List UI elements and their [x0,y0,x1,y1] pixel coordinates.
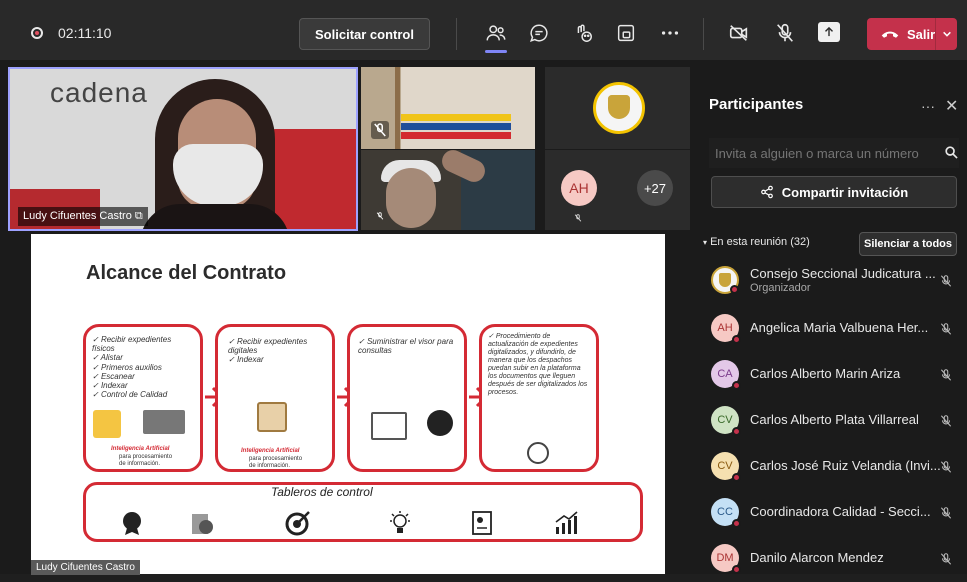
participant-row[interactable]: Consejo Seccional Judicatura ... Organiz… [709,260,959,304]
avatar[interactable]: AH [561,170,597,206]
video-tile-speaker[interactable]: cadena Ludy Cifuentes Castro ⧉ [8,67,358,231]
mic-muted-icon [376,212,384,220]
chevron-down-icon: ▾ [703,238,708,247]
seal-icon [719,273,731,287]
status-badge [730,285,739,294]
invite-search-input[interactable] [709,138,959,168]
status-badge [732,519,741,528]
participant-row[interactable]: DM Danilo Alarcon Mendez [709,538,959,582]
mic-muted-icon [940,461,952,473]
video-tile-organizer[interactable] [545,67,690,149]
flag-graphic [401,114,511,139]
gear-check-icon [527,442,549,464]
panel-title: Participantes [709,96,804,113]
document-chart-icon [472,511,492,535]
mic-muted-icon [940,507,952,519]
status-badge [732,335,741,344]
mic-muted-icon [940,415,952,427]
meeting-toolbar: 02:11:10 Solicitar control Salir [0,0,967,60]
participant-row[interactable]: CV Carlos José Ruiz Velandia (Invi... [709,446,959,490]
share-icon [760,185,773,199]
mute-all-button[interactable]: Silenciar a todos [859,232,957,256]
video-tile-participant[interactable] [361,150,535,230]
avatar: CV [711,406,741,436]
growth-chart-icon [555,511,578,534]
mic-muted-icon [371,121,389,139]
recording-icon [31,27,43,39]
avatar: CV [711,452,741,482]
more-options-icon[interactable] [655,18,685,48]
mic-muted-icon [940,553,952,565]
participant-row[interactable]: AH Angelica Maria Valbuena Her... [709,308,959,352]
video-tile-room[interactable] [361,67,535,149]
dashboard-title: Tableros de control [271,485,373,499]
mic-muted-icon [940,323,952,335]
status-badge [732,381,741,390]
chevron-down-icon[interactable] [935,18,957,50]
avatar: DM [711,544,741,574]
avatar [711,266,739,294]
avatar: CC [711,498,741,528]
camera-off-icon[interactable] [724,18,754,48]
mic-muted-icon [940,369,952,381]
leave-button[interactable]: Salir [867,18,957,50]
avatar: AH [711,314,741,344]
share-invite-button[interactable]: Compartir invitación [711,176,957,208]
overflow-participants-tile[interactable]: AH +27 [545,150,690,230]
judicial-seal-logo [593,82,645,134]
slide-title: Alcance del Contrato [86,262,287,284]
reactions-icon[interactable] [568,18,598,48]
in-meeting-section-header[interactable]: ▾ En esta reunión (32) [703,236,810,248]
participant-row[interactable]: CC Coordinadora Calidad - Secci... [709,492,959,536]
presenter-name-label: Ludy Cifuentes Castro [31,560,140,575]
award-icon [123,512,141,535]
rooms-icon[interactable] [611,18,641,48]
participant-row[interactable]: CA Carlos Alberto Marin Ariza [709,354,959,398]
meeting-timer: 02:11:10 [58,25,112,41]
participants-panel: Participantes ··· ✕ Compartir invitación… [697,60,967,574]
toolbar-divider [456,18,457,50]
brand-logo: cadena [50,77,148,108]
participant-row[interactable]: CV Carlos Alberto Plata Villarreal [709,400,959,444]
leave-label: Salir [907,26,936,42]
status-badge [732,565,741,574]
search-icon[interactable] [945,146,958,159]
scope-box-viewer: Suministrar el visor para consultas [347,324,467,472]
monitor-icon [371,412,407,440]
report-icon [192,514,213,534]
screen-share-icon: ⧉ [134,210,143,222]
participants-icon[interactable] [481,18,511,48]
chat-icon[interactable] [524,18,554,48]
lightbulb-icon [390,511,410,533]
more-participants-count[interactable]: +27 [637,170,673,206]
status-badge [732,427,741,436]
avatar: CA [711,360,741,390]
scanner-icon [143,410,185,434]
toolbar-divider [703,18,704,50]
status-badge [732,473,741,482]
close-icon[interactable]: ✕ [945,96,958,116]
target-icon [285,511,310,536]
mic-off-icon[interactable] [770,18,800,48]
share-tray-icon[interactable] [818,22,840,42]
mic-muted-icon [574,214,582,222]
shared-screen-slide: Alcance del Contrato Recibir expedientes… [31,234,665,574]
folder-icon [93,410,121,438]
mic-muted-icon [940,275,952,287]
hang-up-icon [881,31,899,38]
document-search-icon [257,402,287,432]
more-options-icon[interactable]: ··· [921,98,935,114]
award-icon [427,410,453,436]
active-tab-indicator [485,50,507,53]
speaker-name-label: Ludy Cifuentes Castro ⧉ [18,207,148,226]
request-control-button[interactable]: Solicitar control [299,18,430,50]
